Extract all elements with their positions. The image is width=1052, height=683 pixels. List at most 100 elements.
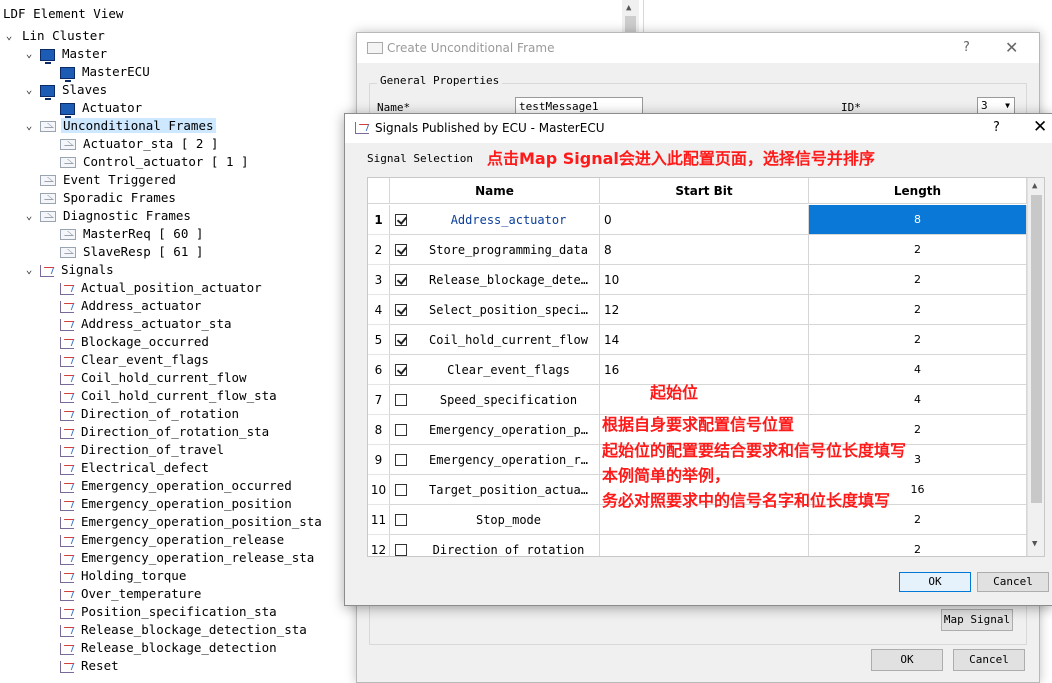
row-number[interactable]: 10 — [368, 475, 390, 505]
tree-node[interactable]: Clear_event_flags — [60, 351, 211, 369]
length-cell[interactable]: 8 — [809, 205, 1027, 235]
row-number[interactable]: 9 — [368, 445, 390, 475]
chevron-down-icon[interactable]: ⌄ — [24, 45, 34, 63]
tree-node[interactable]: ⌄ Unconditional Frames — [26, 117, 216, 135]
row-number[interactable]: 12 — [368, 535, 390, 556]
tree-node[interactable]: MasterECU — [60, 63, 152, 82]
tree-node[interactable]: Emergency_operation_release — [60, 531, 286, 549]
row-number[interactable]: 8 — [368, 415, 390, 445]
chevron-down-icon[interactable]: ⌄ — [24, 117, 34, 135]
table-scrollbar[interactable]: ▲ ▼ — [1027, 178, 1044, 556]
start-bit-cell[interactable] — [600, 385, 809, 415]
tree-node[interactable]: ⌄ Signals — [26, 261, 116, 279]
row-number[interactable]: 4 — [368, 295, 390, 325]
scroll-up-icon[interactable]: ▲ — [626, 3, 631, 13]
signal-name-cell[interactable]: Clear_event_flags — [390, 355, 600, 385]
name-column-header[interactable]: Name — [390, 178, 600, 204]
tree-node[interactable]: Electrical_defect — [60, 459, 211, 477]
tree-node[interactable]: Coil_hold_current_flow — [60, 369, 249, 387]
length-cell[interactable]: 2 — [809, 325, 1027, 355]
start-bit-cell[interactable]: 10 — [600, 265, 809, 295]
tree-node[interactable]: Coil_hold_current_flow_sta — [60, 387, 279, 405]
chevron-down-icon[interactable]: ⌄ — [4, 27, 14, 45]
signal-name-cell[interactable]: Speed_specification — [390, 385, 600, 415]
length-column-header[interactable]: Length — [809, 178, 1027, 204]
tree-node[interactable]: Emergency_operation_position_sta — [60, 513, 324, 531]
tree-node[interactable]: Position_specification_sta — [60, 603, 279, 621]
row-number[interactable]: 11 — [368, 505, 390, 535]
tree-node[interactable]: Release_blockage_detection_sta — [60, 621, 309, 639]
start-bit-cell[interactable]: 14 — [600, 325, 809, 355]
close-button[interactable]: ✕ — [1005, 38, 1018, 57]
signal-checkbox[interactable] — [395, 304, 407, 316]
signal-name-cell[interactable]: Emergency_operation_p… — [390, 415, 600, 445]
signal-name-cell[interactable]: Emergency_operation_r… — [390, 445, 600, 475]
ok-button[interactable]: OK — [871, 649, 943, 671]
table-row[interactable]: 3 Release_blockage_dete… 10 2 — [368, 265, 1027, 295]
table-row[interactable]: 2 Store_programming_data 8 2 — [368, 235, 1027, 265]
tree-node[interactable]: Actuator — [60, 99, 144, 118]
scroll-thumb[interactable] — [1031, 195, 1042, 503]
scroll-up-icon[interactable]: ▲ — [1032, 181, 1037, 191]
help-button[interactable]: ? — [993, 120, 1000, 135]
tree-node[interactable]: Control_actuator [ 1 ] — [60, 153, 251, 171]
tree-node[interactable]: ⌄ Master — [26, 45, 109, 64]
chevron-down-icon[interactable]: ⌄ — [24, 261, 34, 279]
map-signal-button[interactable]: Map Signal — [941, 609, 1013, 631]
signal-name-cell[interactable]: Store_programming_data — [390, 235, 600, 265]
signal-checkbox[interactable] — [395, 274, 407, 286]
chevron-down-icon[interactable]: ⌄ — [24, 207, 34, 225]
tree-node[interactable]: Direction_of_travel — [60, 441, 226, 459]
tree-node[interactable]: Blockage_occurred — [60, 333, 211, 351]
signal-checkbox[interactable] — [395, 334, 407, 346]
tree-node[interactable]: Emergency_operation_occurred — [60, 477, 294, 495]
table-row[interactable]: 12 Direction_of_rotation 2 — [368, 535, 1027, 556]
tree-node[interactable]: Event Triggered — [40, 171, 178, 189]
start-bit-cell[interactable]: 8 — [600, 235, 809, 265]
scroll-down-icon[interactable]: ▼ — [1032, 539, 1037, 549]
row-number[interactable]: 3 — [368, 265, 390, 295]
row-number[interactable]: 6 — [368, 355, 390, 385]
length-cell[interactable]: 2 — [809, 535, 1027, 556]
tree-node[interactable]: Over_temperature — [60, 585, 203, 603]
signal-checkbox[interactable] — [395, 544, 407, 556]
signal-checkbox[interactable] — [395, 484, 407, 496]
start-bit-column-header[interactable]: Start Bit — [600, 178, 809, 204]
tree-node[interactable]: ⌄ Lin Cluster — [6, 27, 107, 45]
length-cell[interactable]: 2 — [809, 235, 1027, 265]
tree-node[interactable]: SlaveResp [ 61 ] — [60, 243, 205, 261]
signal-name-cell[interactable]: Coil_hold_current_flow — [390, 325, 600, 355]
signal-name-cell[interactable]: Address_actuator — [390, 205, 600, 235]
table-row[interactable]: 1 Address_actuator 0 8 — [368, 205, 1027, 235]
signal-checkbox[interactable] — [395, 214, 407, 226]
tree-node[interactable]: Sporadic Frames — [40, 189, 178, 207]
tree-node[interactable]: Direction_of_rotation_sta — [60, 423, 271, 441]
length-cell[interactable]: 2 — [809, 295, 1027, 325]
tree-node[interactable]: Emergency_operation_position — [60, 495, 294, 513]
tree-node[interactable]: ⌄ Diagnostic Frames — [26, 207, 193, 225]
start-bit-cell[interactable]: 12 — [600, 295, 809, 325]
signal-checkbox[interactable] — [395, 244, 407, 256]
signal-checkbox[interactable] — [395, 514, 407, 526]
length-cell[interactable]: 4 — [809, 355, 1027, 385]
signal-name-cell[interactable]: Target_position_actua… — [390, 475, 600, 505]
row-number[interactable]: 7 — [368, 385, 390, 415]
signal-checkbox[interactable] — [395, 454, 407, 466]
signal-name-cell[interactable]: Direction_of_rotation — [390, 535, 600, 556]
row-number[interactable]: 5 — [368, 325, 390, 355]
row-number[interactable]: 1 — [368, 205, 390, 235]
tree-node[interactable]: Holding_torque — [60, 567, 188, 585]
ok-button[interactable]: OK — [899, 572, 971, 592]
tree-node[interactable]: Actuator_sta [ 2 ] — [60, 135, 220, 153]
signal-name-cell[interactable]: Release_blockage_dete… — [390, 265, 600, 295]
tree-node[interactable]: Actual_position_actuator — [60, 279, 264, 297]
table-row[interactable]: 5 Coil_hold_current_flow 14 2 — [368, 325, 1027, 355]
cancel-button[interactable]: Cancel — [977, 572, 1049, 592]
signal-checkbox[interactable] — [395, 394, 407, 406]
length-cell[interactable]: 2 — [809, 265, 1027, 295]
tree-node[interactable]: Emergency_operation_release_sta — [60, 549, 316, 567]
help-button[interactable]: ? — [963, 40, 970, 55]
start-bit-cell[interactable] — [600, 535, 809, 556]
tree-node[interactable]: ⌄ Slaves — [26, 81, 109, 100]
signal-checkbox[interactable] — [395, 364, 407, 376]
